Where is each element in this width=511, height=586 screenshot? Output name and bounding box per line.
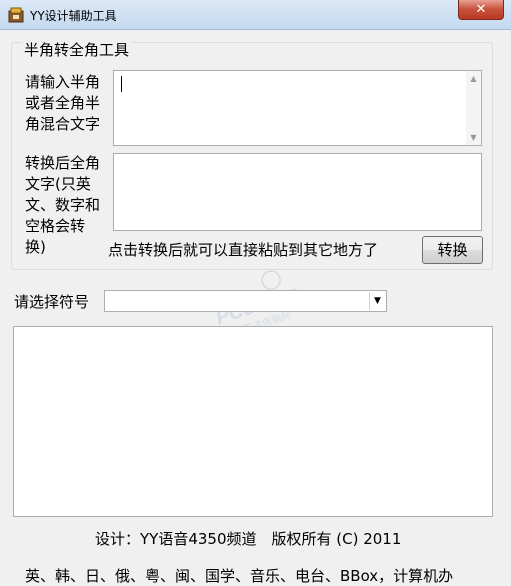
output-textarea[interactable] [113, 153, 482, 231]
output-label: 转换后全角 文字(只英 文、数字和 空格会转 换) [25, 154, 101, 256]
close-icon: ✕ [475, 2, 487, 17]
copyright-footer: 设计：YY语音4350频道 版权所有 (C) 2011 [95, 530, 402, 548]
input-scrollbar[interactable]: ▲ ▼ [466, 71, 481, 145]
symbol-label: 请选择符号 [14, 293, 90, 311]
channel-categories-text: 英、韩、日、俄、粤、闽、国学、音乐、电台、BBox，计算机办 [25, 567, 454, 585]
close-button[interactable]: ✕ [458, 0, 504, 20]
group-title: 半角转全角工具 [22, 41, 132, 59]
input-textarea[interactable]: ▲ ▼ [113, 70, 482, 146]
input-label: 请输入半角 或者全角半 角混合文字 [25, 73, 101, 133]
symbol-list[interactable] [13, 326, 493, 517]
window-title: YY设计辅助工具 [30, 9, 117, 23]
text-caret [121, 76, 122, 92]
convert-button[interactable]: 转换 [422, 236, 483, 264]
dropdown-arrow-icon[interactable]: ▼ [369, 292, 385, 310]
symbol-select[interactable]: ▼ [104, 290, 387, 312]
title-bar: YY设计辅助工具 ✕ [0, 0, 511, 30]
scroll-down-icon[interactable]: ▼ [466, 133, 481, 142]
app-icon [8, 7, 24, 23]
hint-text: 点击转换后就可以直接粘贴到其它地方了 [108, 241, 379, 259]
scroll-up-icon[interactable]: ▲ [466, 74, 481, 83]
